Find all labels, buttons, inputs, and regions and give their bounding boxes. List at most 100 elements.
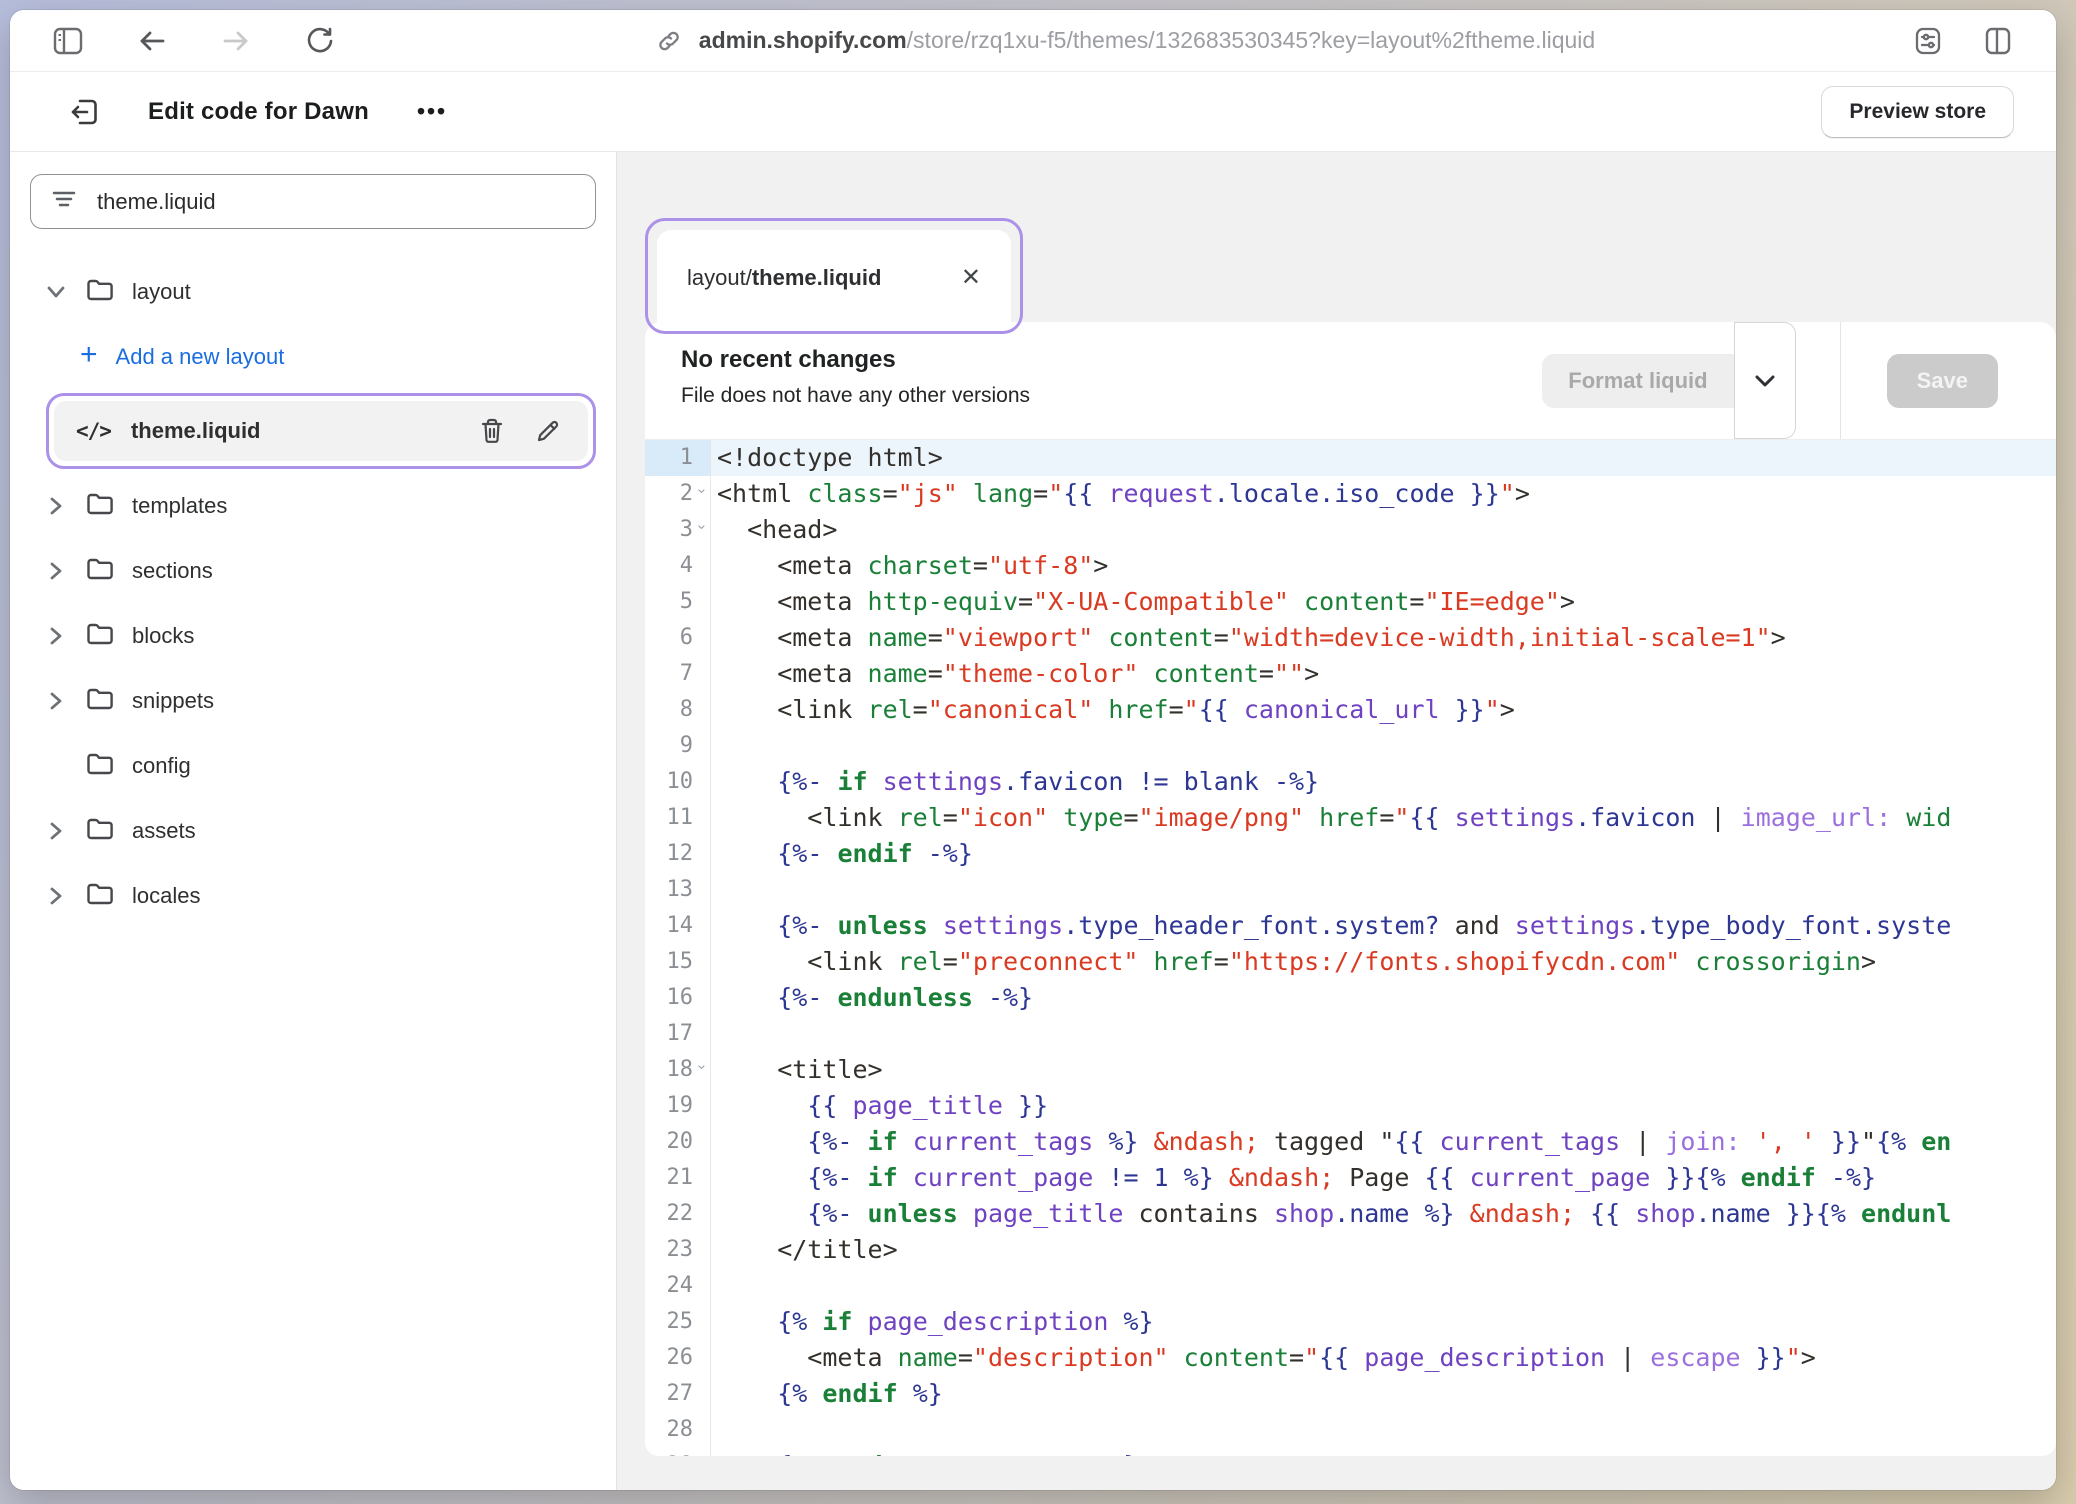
line-number: 14 <box>645 908 711 944</box>
app-header: Edit code for Dawn ••• Preview store <box>10 72 2056 152</box>
code-line-26[interactable]: 26 <meta name="description" content="{{ … <box>645 1340 2056 1376</box>
code-line-18[interactable]: 18› <title> <box>645 1052 2056 1088</box>
line-number: 8 <box>645 692 711 728</box>
code-line-9[interactable]: 9 <box>645 728 2056 764</box>
sidebar-item-assets[interactable]: assets <box>30 798 596 863</box>
code-text: <meta http-equiv="X-UA-Compatible" conte… <box>711 584 2056 620</box>
code-line-13[interactable]: 13 <box>645 872 2056 908</box>
sidebar-item-blocks[interactable]: blocks <box>30 603 596 668</box>
version-bar: No recent changes File does not have any… <box>645 322 2056 440</box>
close-tab-icon[interactable]: ✕ <box>961 266 981 290</box>
code-line-23[interactable]: 23 </title> <box>645 1232 2056 1268</box>
code-text <box>711 728 2056 764</box>
chevron-down-icon[interactable] <box>44 283 68 301</box>
format-liquid-button[interactable]: Format liquid <box>1542 354 1733 408</box>
file-search-input[interactable]: theme.liquid <box>30 174 596 229</box>
code-line-17[interactable]: 17 <box>645 1016 2056 1052</box>
code-line-6[interactable]: 6 <meta name="viewport" content="width=d… <box>645 620 2056 656</box>
folder-label: config <box>132 753 191 779</box>
code-line-11[interactable]: 11 <link rel="icon" type="image/png" hre… <box>645 800 2056 836</box>
fold-arrow-icon[interactable]: › <box>684 489 720 506</box>
code-line-21[interactable]: 21 {%- if current_page != 1 %} &ndash; P… <box>645 1160 2056 1196</box>
code-line-2[interactable]: 2›<html class="js" lang="{{ request.loca… <box>645 476 2056 512</box>
preview-store-button[interactable]: Preview store <box>1821 86 2014 138</box>
sidebar-toggle-icon[interactable] <box>52 25 84 57</box>
sidebar-item-config[interactable]: config <box>30 733 596 798</box>
code-line-8[interactable]: 8 <link rel="canonical" href="{{ canonic… <box>645 692 2056 728</box>
code-line-3[interactable]: 3› <head> <box>645 512 2056 548</box>
browser-settings-icon[interactable] <box>1912 25 1944 57</box>
add-layout-action[interactable]: +Add a new layout <box>30 324 596 389</box>
line-number: 6 <box>645 620 711 656</box>
line-number: 9 <box>645 728 711 764</box>
chevron-right-icon[interactable] <box>44 885 68 907</box>
fold-arrow-icon[interactable]: › <box>684 525 720 542</box>
code-text: {% endif %} <box>711 1376 2056 1412</box>
folder-icon <box>85 490 115 521</box>
sidebar-item-sections[interactable]: sections <box>30 538 596 603</box>
line-number: 20 <box>645 1124 711 1160</box>
chevron-right-icon[interactable] <box>44 820 68 842</box>
chevron-right-icon[interactable] <box>44 560 68 582</box>
line-number: 28 <box>645 1412 711 1448</box>
folder-label: locales <box>132 883 200 909</box>
code-editor[interactable]: 1<!doctype html>2›<html class="js" lang=… <box>645 440 2056 1456</box>
code-line-25[interactable]: 25 {% if page_description %} <box>645 1304 2056 1340</box>
selected-file-ring: </> theme.liquid <box>46 393 596 469</box>
chevron-right-icon[interactable] <box>44 690 68 712</box>
sidebar-item-theme-liquid[interactable]: </> theme.liquid <box>54 401 588 461</box>
line-number: 7 <box>645 656 711 692</box>
code-line-4[interactable]: 4 <meta charset="utf-8"> <box>645 548 2056 584</box>
code-file-icon: </> <box>76 419 111 443</box>
sidebar-item-locales[interactable]: locales <box>30 863 596 928</box>
address-bar[interactable]: admin.shopify.com/store/rzq1xu-f5/themes… <box>336 25 1912 57</box>
code-text: {%- endif -%} <box>711 836 2056 872</box>
exit-editor-icon[interactable] <box>62 90 106 134</box>
folder-icon <box>85 555 115 586</box>
rename-file-button[interactable] <box>530 413 566 449</box>
code-line-12[interactable]: 12 {%- endif -%} <box>645 836 2056 872</box>
code-line-14[interactable]: 14 {%- unless settings.type_header_font.… <box>645 908 2056 944</box>
format-dropdown-button[interactable] <box>1734 322 1796 439</box>
sidebar-item-templates[interactable]: templates <box>30 473 596 538</box>
sidebar-item-snippets[interactable]: snippets <box>30 668 596 733</box>
code-text: {%- unless settings.type_header_font.sys… <box>711 908 2056 944</box>
code-line-16[interactable]: 16 {%- endunless -%} <box>645 980 2056 1016</box>
save-button[interactable]: Save <box>1887 354 1998 408</box>
code-line-1[interactable]: 1<!doctype html> <box>645 440 2056 476</box>
sidebar-item-layout[interactable]: layout <box>30 259 596 324</box>
split-view-icon[interactable] <box>1982 25 2014 57</box>
tab-theme-liquid[interactable]: layout/theme.liquid ✕ <box>657 230 1011 326</box>
code-line-29[interactable]: 29 {% render 'meta-tags' %} <box>645 1448 2056 1456</box>
code-line-10[interactable]: 10 {%- if settings.favicon != blank -%} <box>645 764 2056 800</box>
chevron-right-icon[interactable] <box>44 625 68 647</box>
code-line-22[interactable]: 22 {%- unless page_title contains shop.n… <box>645 1196 2056 1232</box>
code-text: {%- endunless -%} <box>711 980 2056 1016</box>
code-line-24[interactable]: 24 <box>645 1268 2056 1304</box>
code-line-28[interactable]: 28 <box>645 1412 2056 1448</box>
code-text: {% render 'meta-tags' %} <box>711 1448 2056 1456</box>
code-line-15[interactable]: 15 <link rel="preconnect" href="https://… <box>645 944 2056 980</box>
line-number: 3› <box>645 512 711 548</box>
code-line-20[interactable]: 20 {%- if current_tags %} &ndash; tagged… <box>645 1124 2056 1160</box>
fold-arrow-icon[interactable]: › <box>684 1065 720 1082</box>
chevron-right-icon[interactable] <box>44 495 68 517</box>
code-line-5[interactable]: 5 <meta http-equiv="X-UA-Compatible" con… <box>645 584 2056 620</box>
browser-toolbar: admin.shopify.com/store/rzq1xu-f5/themes… <box>10 10 2056 72</box>
chevron-down-icon <box>1754 374 1776 388</box>
code-line-19[interactable]: 19 {{ page_title }} <box>645 1088 2056 1124</box>
code-text: <!doctype html> <box>711 440 2056 476</box>
line-number: 10 <box>645 764 711 800</box>
back-icon[interactable] <box>136 25 168 57</box>
more-actions-icon[interactable]: ••• <box>417 98 447 125</box>
folder-label: assets <box>132 818 196 844</box>
code-line-27[interactable]: 27 {% endif %} <box>645 1376 2056 1412</box>
refresh-icon[interactable] <box>304 25 336 57</box>
file-label: theme.liquid <box>131 418 261 444</box>
folder-icon <box>85 620 115 651</box>
action-label: Add a new layout <box>116 344 285 370</box>
code-line-7[interactable]: 7 <meta name="theme-color" content=""> <box>645 656 2056 692</box>
code-text: <link rel="canonical" href="{{ canonical… <box>711 692 2056 728</box>
delete-file-button[interactable] <box>474 413 510 449</box>
folder-label: layout <box>132 279 191 305</box>
